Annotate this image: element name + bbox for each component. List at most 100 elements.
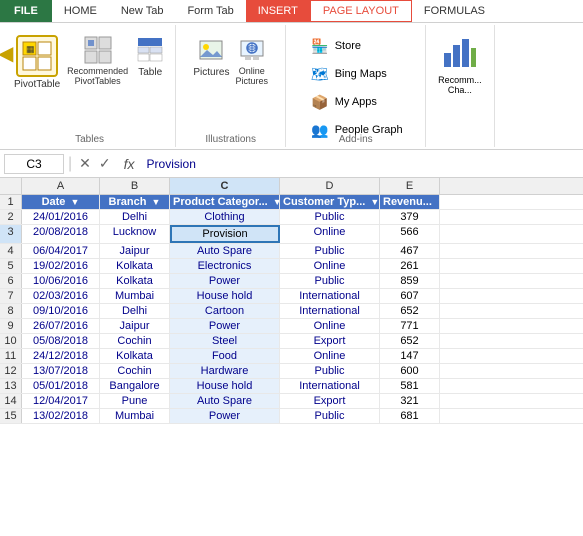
bing-maps-button[interactable]: 🗺 Bing Maps [305, 61, 407, 87]
header-cell-revenue[interactable]: Revenu... ▼ [380, 195, 440, 209]
cell-customer-14[interactable]: Export [280, 394, 380, 408]
cell-date-6[interactable]: 10/06/2016 [22, 274, 100, 288]
cell-revenue-6[interactable]: 859 [380, 274, 440, 288]
cell-reference-input[interactable] [4, 154, 64, 174]
col-header-e[interactable]: E [380, 178, 440, 194]
cell-revenue-5[interactable]: 261 [380, 259, 440, 273]
cell-date-3[interactable]: 20/08/2018 [22, 225, 100, 243]
cell-revenue-10[interactable]: 652 [380, 334, 440, 348]
cell-branch-8[interactable]: Delhi [100, 304, 170, 318]
cell-date-8[interactable]: 09/10/2016 [22, 304, 100, 318]
confirm-formula-button[interactable]: ✓ [96, 155, 114, 172]
tab-home[interactable]: HOME [52, 0, 109, 22]
cell-revenue-15[interactable]: 681 [380, 409, 440, 423]
cell-branch-15[interactable]: Mumbai [100, 409, 170, 423]
cell-revenue-2[interactable]: 379 [380, 210, 440, 224]
table-button[interactable]: Table [133, 33, 167, 79]
cell-product-9[interactable]: Power [170, 319, 280, 333]
cell-product-7[interactable]: House hold [170, 289, 280, 303]
cell-revenue-4[interactable]: 467 [380, 244, 440, 258]
store-button[interactable]: 🏪 Store [305, 33, 407, 59]
cell-customer-2[interactable]: Public [280, 210, 380, 224]
pivot-table-button[interactable]: ▦ PivotTable [12, 33, 62, 93]
cell-product-13[interactable]: House hold [170, 379, 280, 393]
cell-branch-14[interactable]: Pune [100, 394, 170, 408]
pictures-button[interactable]: Pictures [192, 33, 230, 79]
cell-customer-4[interactable]: Public [280, 244, 380, 258]
tab-form-tab[interactable]: Form Tab [175, 0, 245, 22]
cell-customer-9[interactable]: Online [280, 319, 380, 333]
cell-branch-7[interactable]: Mumbai [100, 289, 170, 303]
col-header-a[interactable]: A [22, 178, 100, 194]
my-apps-button[interactable]: 📦 My Apps [305, 89, 407, 115]
recommend-charts-button[interactable]: Recomm...Cha... [434, 29, 486, 100]
cell-product-3[interactable]: Provision [170, 225, 280, 243]
cell-customer-15[interactable]: Public [280, 409, 380, 423]
cell-date-15[interactable]: 13/02/2018 [22, 409, 100, 423]
cell-revenue-12[interactable]: 600 [380, 364, 440, 378]
cell-customer-5[interactable]: Online [280, 259, 380, 273]
tab-page-layout[interactable]: PAGE LAYOUT [310, 0, 412, 22]
cell-customer-12[interactable]: Public [280, 364, 380, 378]
cell-branch-12[interactable]: Cochin [100, 364, 170, 378]
cell-revenue-14[interactable]: 321 [380, 394, 440, 408]
cell-branch-9[interactable]: Jaipur [100, 319, 170, 333]
cell-product-15[interactable]: Power [170, 409, 280, 423]
cell-revenue-3[interactable]: 566 [380, 225, 440, 243]
cell-customer-10[interactable]: Export [280, 334, 380, 348]
cell-revenue-7[interactable]: 607 [380, 289, 440, 303]
cell-branch-4[interactable]: Jaipur [100, 244, 170, 258]
header-cell-customer[interactable]: Customer Typ... ▼ [280, 195, 380, 209]
col-header-d[interactable]: D [280, 178, 380, 194]
cell-date-5[interactable]: 19/02/2016 [22, 259, 100, 273]
cell-revenue-8[interactable]: 652 [380, 304, 440, 318]
header-cell-branch[interactable]: Branch ▼ [100, 195, 170, 209]
cell-date-10[interactable]: 05/08/2018 [22, 334, 100, 348]
cell-product-4[interactable]: Auto Spare [170, 244, 280, 258]
cell-date-2[interactable]: 24/01/2016 [22, 210, 100, 224]
cell-product-10[interactable]: Steel [170, 334, 280, 348]
cell-product-11[interactable]: Food [170, 349, 280, 363]
cell-date-14[interactable]: 12/04/2017 [22, 394, 100, 408]
cell-product-8[interactable]: Cartoon [170, 304, 280, 318]
formula-input[interactable] [145, 155, 579, 173]
cell-date-7[interactable]: 02/03/2016 [22, 289, 100, 303]
cell-revenue-11[interactable]: 147 [380, 349, 440, 363]
cell-product-2[interactable]: Clothing [170, 210, 280, 224]
cell-date-4[interactable]: 06/04/2017 [22, 244, 100, 258]
cell-product-12[interactable]: Hardware [170, 364, 280, 378]
cell-product-5[interactable]: Electronics [170, 259, 280, 273]
tab-file[interactable]: FILE [0, 0, 52, 22]
cell-date-12[interactable]: 13/07/2018 [22, 364, 100, 378]
tab-insert[interactable]: INSERT [246, 0, 310, 22]
cell-date-13[interactable]: 05/01/2018 [22, 379, 100, 393]
recommended-pivot-button[interactable]: RecommendedPivotTables [66, 33, 129, 88]
cell-product-14[interactable]: Auto Spare [170, 394, 280, 408]
cell-customer-11[interactable]: Online [280, 349, 380, 363]
tab-formulas[interactable]: FORMULAS [412, 0, 497, 22]
col-header-c[interactable]: C [170, 178, 280, 194]
cell-customer-6[interactable]: Public [280, 274, 380, 288]
cell-branch-3[interactable]: Lucknow [100, 225, 170, 243]
cell-customer-13[interactable]: International [280, 379, 380, 393]
cell-branch-5[interactable]: Kolkata [100, 259, 170, 273]
cell-branch-11[interactable]: Kolkata [100, 349, 170, 363]
cell-customer-7[interactable]: International [280, 289, 380, 303]
header-cell-product[interactable]: Product Categor... ▼ [170, 195, 280, 209]
online-pictures-button[interactable]: OnlinePictures [234, 33, 269, 88]
col-header-b[interactable]: B [100, 178, 170, 194]
cell-branch-6[interactable]: Kolkata [100, 274, 170, 288]
cell-date-11[interactable]: 24/12/2018 [22, 349, 100, 363]
cell-branch-2[interactable]: Delhi [100, 210, 170, 224]
cell-date-9[interactable]: 26/07/2016 [22, 319, 100, 333]
cancel-formula-button[interactable]: ✕ [76, 155, 94, 172]
cell-product-6[interactable]: Power [170, 274, 280, 288]
cell-customer-3[interactable]: Online [280, 225, 380, 243]
cell-revenue-9[interactable]: 771 [380, 319, 440, 333]
tab-new-tab[interactable]: New Tab [109, 0, 176, 22]
header-cell-date[interactable]: Date ▼ [22, 195, 100, 209]
cell-customer-8[interactable]: International [280, 304, 380, 318]
cell-revenue-13[interactable]: 581 [380, 379, 440, 393]
cell-branch-10[interactable]: Cochin [100, 334, 170, 348]
cell-branch-13[interactable]: Bangalore [100, 379, 170, 393]
